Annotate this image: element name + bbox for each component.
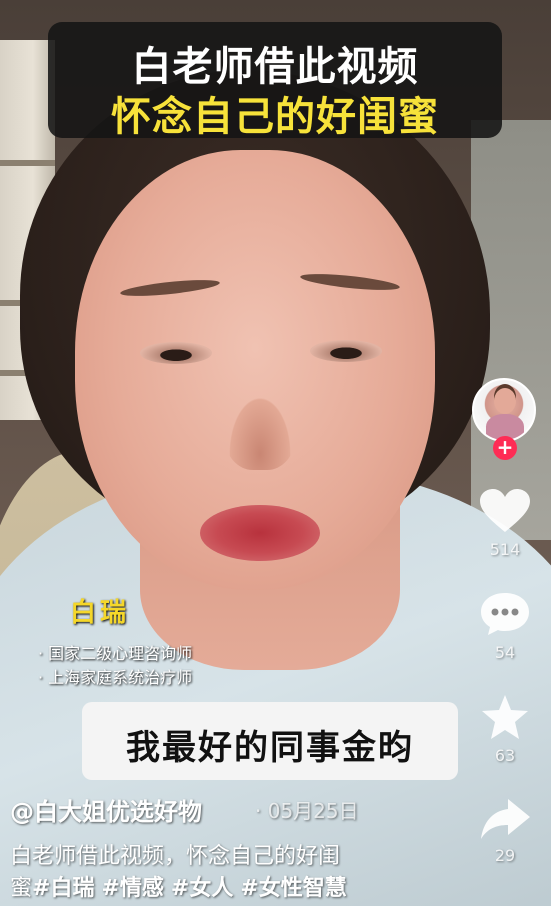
plus-icon: + [496,435,514,459]
like-count: 514 [489,540,521,559]
heart-icon[interactable] [478,488,532,534]
hashtag[interactable]: #女人 [171,876,233,901]
speaker-credential: · 上海家庭系统治疗师 [38,668,193,687]
title-line-2: 怀念自己的好闺蜜 [111,94,439,140]
description-text: 蜜 [10,876,33,901]
video-title-box: 白老师借此视频 怀念自己的好闺蜜 [48,22,502,140]
lips [200,505,320,561]
author-handle[interactable]: @白大姐优选好物 [10,792,202,827]
subtitle-text: 我最好的同事金昀 [126,728,414,768]
post-description-line-2: 蜜#白瑞 #情感 #女人 #女性智慧 [10,870,410,902]
creator-avatar[interactable] [472,378,536,442]
hashtag[interactable]: #白瑞 [32,876,94,901]
share-icon[interactable] [478,797,532,843]
hashtag[interactable]: #情感 [101,876,163,901]
post-date: · 05月25日 [255,799,359,823]
nose [225,390,295,470]
comment-icon[interactable] [478,591,532,637]
speaker-credential: · 国家二级心理咨询师 [38,644,193,663]
left-eye [140,342,212,364]
speaker-name: 白瑞 [70,598,131,628]
favorite-count: 63 [494,746,516,765]
subtitle-caption: 我最好的同事金昀 [82,702,458,780]
comment-count: 54 [494,643,516,662]
star-icon[interactable] [478,694,532,740]
share-count: 29 [494,846,516,865]
hashtag[interactable]: #女性智慧 [240,876,346,901]
follow-button[interactable]: + [493,436,517,460]
right-eye [310,340,382,362]
post-description: 白老师借此视频，怀念自己的好闺 [10,844,341,869]
